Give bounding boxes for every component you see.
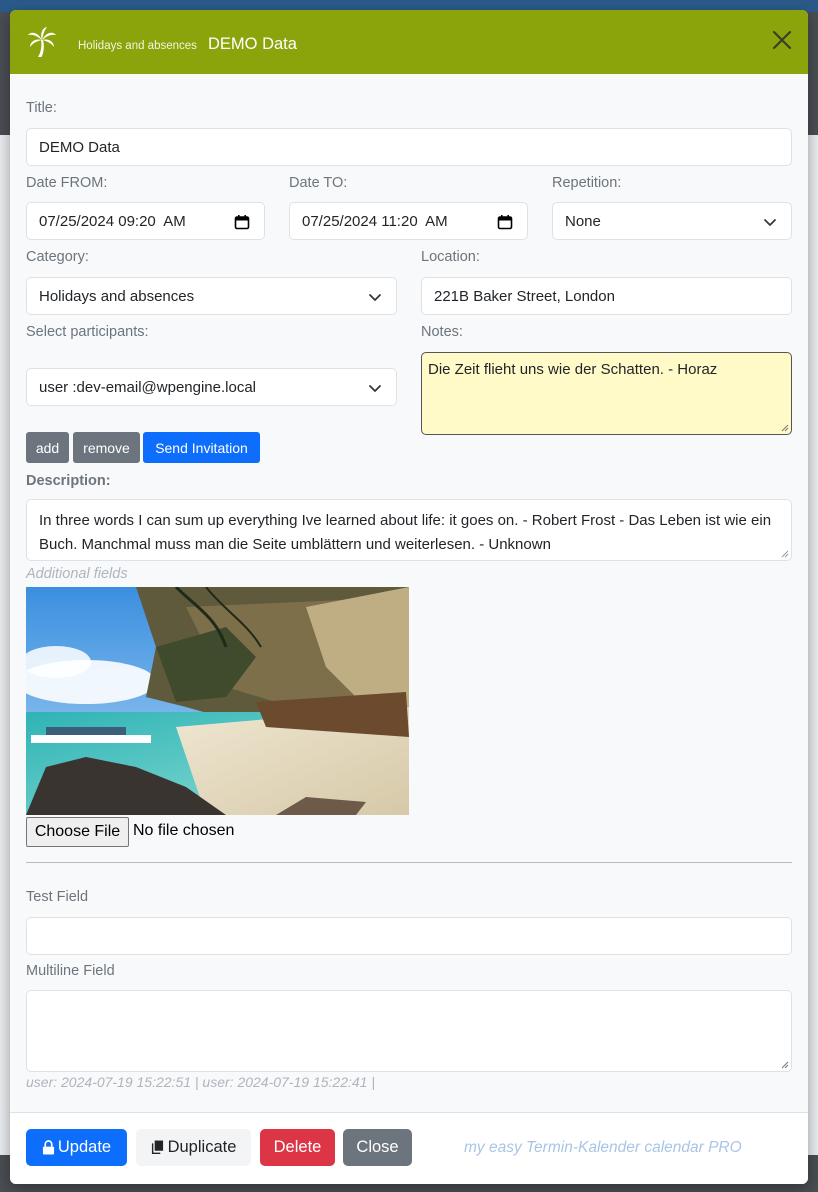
calendar-icon[interactable] bbox=[497, 214, 513, 230]
notes-textarea[interactable]: Die Zeit flieht uns wie der Schatten. - … bbox=[421, 352, 792, 435]
category-value: Holidays and absences bbox=[39, 287, 195, 305]
date-from-label: Date FROM: bbox=[26, 175, 108, 191]
date-from-input[interactable]: 07/25/2024 09:20 AM bbox=[26, 202, 265, 240]
palm-tree-icon bbox=[28, 27, 56, 57]
category-select[interactable]: Holidays and absences bbox=[26, 277, 397, 315]
title-label: Title: bbox=[26, 100, 57, 116]
location-value: 221B Baker Street, London bbox=[434, 287, 615, 305]
chevron-down-icon bbox=[369, 385, 381, 392]
notes-value: Die Zeit flieht uns wie der Schatten. - … bbox=[428, 361, 718, 378]
background-calendar-right bbox=[808, 135, 818, 1155]
modal-footer: Update Duplicate Delete Close my easy Te… bbox=[10, 1113, 808, 1184]
participants-value: user :dev-email@wpengine.local bbox=[39, 378, 257, 396]
calendar-icon[interactable] bbox=[234, 214, 250, 230]
add-participant-button[interactable]: add bbox=[26, 432, 69, 463]
close-button[interactable]: Close bbox=[343, 1129, 412, 1166]
title-input[interactable]: DEMO Data bbox=[26, 128, 792, 166]
update-label: Update bbox=[57, 1138, 112, 1156]
participants-label: Select participants: bbox=[26, 324, 149, 340]
multiline-field-label: Multiline Field bbox=[26, 963, 115, 979]
date-to-value: 07/25/2024 11:20 AM bbox=[302, 212, 448, 230]
date-to-input[interactable]: 07/25/2024 11:20 AM bbox=[289, 202, 528, 240]
modal-header: Holidays and absences DEMO Data bbox=[10, 10, 808, 74]
description-value: In three words I can sum up everything I… bbox=[39, 512, 772, 553]
test-field-label: Test Field bbox=[26, 889, 89, 905]
multiline-field-textarea[interactable] bbox=[26, 990, 792, 1072]
close-icon[interactable] bbox=[770, 28, 794, 52]
category-label: Category: bbox=[26, 249, 89, 265]
modal-title: DEMO Data bbox=[208, 35, 297, 53]
title-input-value: DEMO Data bbox=[39, 138, 120, 156]
additional-fields-label: Additional fields bbox=[26, 566, 128, 582]
participants-select[interactable]: user :dev-email@wpengine.local bbox=[26, 368, 397, 406]
delete-button[interactable]: Delete bbox=[260, 1129, 335, 1166]
brand-link[interactable]: my easy Termin-Kalender calendar PRO bbox=[464, 1139, 742, 1157]
update-button[interactable]: Update bbox=[26, 1129, 127, 1166]
repetition-label: Repetition: bbox=[552, 175, 622, 191]
background-calendar-left bbox=[0, 135, 10, 1155]
location-input[interactable]: 221B Baker Street, London bbox=[421, 277, 792, 315]
description-label: Description: bbox=[26, 473, 111, 489]
test-field-input[interactable] bbox=[26, 917, 792, 955]
location-label: Location: bbox=[421, 249, 480, 265]
date-from-value: 07/25/2024 09:20 AM bbox=[39, 212, 186, 230]
resize-grip-icon[interactable] bbox=[780, 1060, 789, 1069]
repetition-value: None bbox=[565, 212, 601, 230]
resize-grip-icon[interactable] bbox=[780, 423, 789, 432]
audit-log: user: 2024-07-19 15:22:51 | user: 2024-0… bbox=[26, 1074, 375, 1090]
copy-icon bbox=[151, 1140, 163, 1154]
beach-photo bbox=[26, 587, 409, 815]
no-file-chosen-text: No file chosen bbox=[133, 822, 235, 839]
chevron-down-icon bbox=[369, 294, 381, 301]
repetition-select[interactable]: None bbox=[552, 202, 792, 240]
resize-grip-icon[interactable] bbox=[780, 549, 789, 558]
modal-subtitle: Holidays and absences bbox=[78, 40, 197, 52]
duplicate-label: Duplicate bbox=[167, 1138, 237, 1156]
date-to-label: Date TO: bbox=[289, 175, 348, 191]
description-textarea[interactable]: In three words I can sum up everything I… bbox=[26, 499, 792, 561]
remove-participant-button[interactable]: remove bbox=[73, 432, 140, 463]
lock-icon bbox=[42, 1140, 54, 1155]
notes-label: Notes: bbox=[421, 324, 463, 340]
chevron-down-icon bbox=[764, 219, 776, 226]
choose-file-button[interactable]: Choose File bbox=[26, 817, 129, 847]
send-invitation-button[interactable]: Send Invitation bbox=[143, 432, 260, 463]
divider bbox=[26, 862, 792, 863]
event-modal: Holidays and absences DEMO Data Title: D… bbox=[10, 10, 808, 1184]
duplicate-button[interactable]: Duplicate bbox=[136, 1129, 251, 1166]
